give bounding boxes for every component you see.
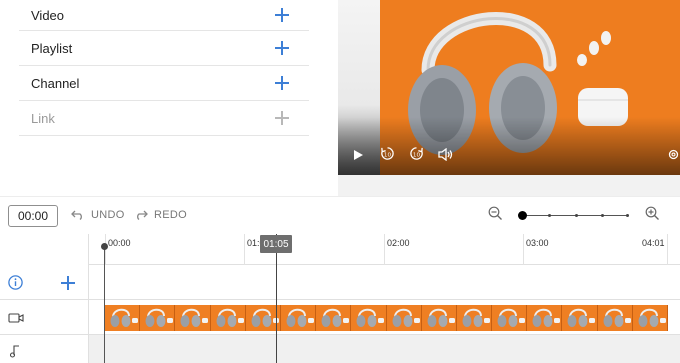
rewind-10-icon[interactable]: 10 xyxy=(380,146,395,166)
playhead-time-label: 01:05 xyxy=(260,235,292,253)
video-frame-thumbnail xyxy=(597,305,633,331)
add-playlist-label: Playlist xyxy=(31,40,73,56)
audio-track[interactable] xyxy=(89,335,680,363)
redo-icon xyxy=(137,210,148,220)
zoom-in-icon[interactable] xyxy=(645,206,660,226)
ruler-tick-label: 00:00 xyxy=(108,238,131,248)
video-frame-thumbnail xyxy=(175,305,211,331)
video-frame-thumbnail xyxy=(456,305,493,331)
add-video-label: Video xyxy=(31,7,65,23)
info-icon[interactable] xyxy=(8,275,23,295)
undo-label: UNDO xyxy=(91,209,125,221)
start-marker-handle[interactable] xyxy=(101,243,108,250)
video-clip[interactable] xyxy=(105,305,668,331)
add-playlist-plus-icon[interactable] xyxy=(275,41,289,55)
play-icon[interactable] xyxy=(352,148,364,166)
add-playlist-row[interactable]: Playlist xyxy=(19,31,309,66)
timeline[interactable]: 00:00 01:00 02:00 03:00 04:01 xyxy=(0,234,680,363)
add-panel: Video Playlist Channel Link xyxy=(0,0,338,196)
video-track-header xyxy=(0,300,89,335)
video-frame-thumbnail xyxy=(105,305,141,331)
time-ruler[interactable]: 00:00 01:00 02:00 03:00 04:01 xyxy=(89,234,680,265)
ruler-tick-label: 03:00 xyxy=(526,238,549,248)
music-note-icon xyxy=(9,344,21,363)
redo-button[interactable]: REDO xyxy=(134,209,187,221)
playhead-line[interactable] xyxy=(276,234,277,363)
add-link-label: Link xyxy=(31,110,55,126)
editor-toolbar: 00:00 UNDO REDO xyxy=(0,196,680,234)
video-player[interactable]: 10 10 xyxy=(338,0,680,175)
add-list: Video Playlist Channel Link xyxy=(19,0,309,136)
add-channel-plus-icon[interactable] xyxy=(275,76,289,90)
add-link-plus-icon xyxy=(275,111,289,125)
video-frame-thumbnail xyxy=(527,305,563,331)
svg-text:10: 10 xyxy=(413,152,421,158)
add-channel-row[interactable]: Channel xyxy=(19,66,309,101)
video-frame-thumbnail xyxy=(421,305,457,331)
video-frame-thumbnail xyxy=(210,305,246,331)
forward-10-icon[interactable]: 10 xyxy=(409,146,424,166)
undo-button[interactable]: UNDO xyxy=(71,209,125,221)
editor-page: Video Playlist Channel Link 10 10 00:00 … xyxy=(0,0,680,363)
video-track[interactable] xyxy=(89,300,680,335)
add-channel-label: Channel xyxy=(31,75,80,91)
add-video-plus-icon[interactable] xyxy=(275,8,289,22)
ruler-tick-label: 04:01 xyxy=(642,238,665,248)
svg-text:10: 10 xyxy=(384,152,392,158)
volume-icon[interactable] xyxy=(438,147,453,166)
video-frame-thumbnail xyxy=(280,305,317,331)
add-link-row: Link xyxy=(19,101,309,136)
add-track-plus-icon[interactable] xyxy=(61,276,75,290)
video-frame-thumbnail xyxy=(562,305,598,331)
overlay-track-header xyxy=(0,265,89,300)
video-frame-thumbnail xyxy=(140,305,176,331)
current-time-field[interactable]: 00:00 xyxy=(8,205,58,227)
video-frame-thumbnail xyxy=(316,305,352,331)
redo-label: REDO xyxy=(154,209,187,221)
video-frame-thumbnail xyxy=(351,305,387,331)
overlay-track[interactable] xyxy=(89,265,680,300)
video-frame-thumbnail xyxy=(386,305,422,331)
zoom-slider-handle[interactable] xyxy=(518,211,527,220)
start-marker-line xyxy=(104,244,105,363)
preview-panel: 10 10 xyxy=(338,0,680,196)
audio-track-header xyxy=(0,335,89,363)
zoom-out-icon[interactable] xyxy=(488,206,503,226)
ruler-tick-label: 02:00 xyxy=(387,238,410,248)
undo-icon xyxy=(71,210,82,220)
video-frame-thumbnail xyxy=(632,305,668,331)
video-frame-thumbnail xyxy=(492,305,528,331)
add-video-row[interactable]: Video xyxy=(19,0,309,31)
settings-gear-icon[interactable] xyxy=(667,148,680,166)
video-camera-icon xyxy=(8,311,24,329)
